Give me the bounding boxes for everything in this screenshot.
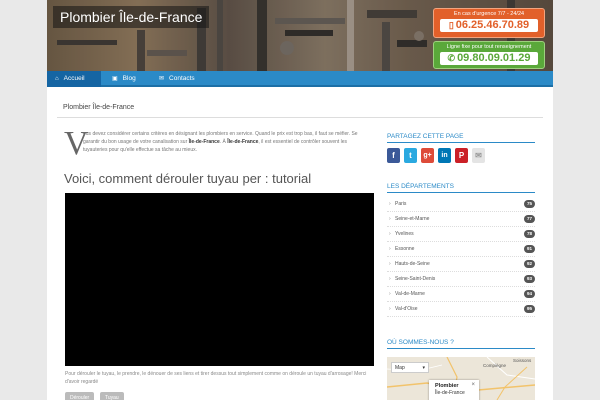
site-header: Plombier Île-de-France En cas d'urgence …: [47, 0, 553, 71]
department-count-badge: 94: [523, 290, 535, 298]
nav-label-contacts: Contacts: [169, 75, 195, 82]
landline-phone-text: 09.80.09.01.29: [457, 52, 531, 64]
intro-bold-1: Île-de-France: [188, 139, 220, 145]
comments-icon: ▣: [112, 76, 118, 82]
nav-item-blog[interactable]: ▣ Blog: [104, 71, 150, 87]
list-item[interactable]: › Essonne 91: [387, 243, 535, 257]
mobile-phone-icon: ▯: [448, 20, 454, 30]
location-map[interactable]: Map ▾ Compiègne Soissons Plombier Île-de-…: [387, 357, 535, 400]
list-item[interactable]: › Seine-Saint-Denis 93: [387, 273, 535, 287]
chevron-right-icon: ›: [389, 306, 391, 312]
department-count-badge: 93: [523, 275, 535, 283]
nav-label-blog: Blog: [122, 75, 136, 82]
pinterest-icon[interactable]: P: [455, 148, 468, 163]
main-nav: ⌂ Accueil ▣ Blog ✉ Contacts: [47, 71, 553, 87]
department-name: Paris: [395, 201, 407, 207]
landline-phone-cta[interactable]: Ligne fixe pour tout renseignement ✆ 09.8…: [433, 41, 545, 69]
twitter-icon[interactable]: t: [404, 148, 417, 163]
emergency-label: En cas d'urgence 7/7 - 24/24: [453, 11, 525, 17]
list-item[interactable]: › Val-d'Oise 95: [387, 303, 535, 317]
intro-paragraph: ous devez considérer certains critères e…: [83, 130, 367, 154]
emergency-phone-cta[interactable]: En cas d'urgence 7/7 - 24/24 ▯ 06.25.46.7…: [433, 8, 545, 38]
department-count-badge: 78: [523, 230, 535, 238]
department-name: Yvelines: [395, 231, 414, 237]
chevron-right-icon: ›: [389, 201, 391, 207]
email-icon[interactable]: ✉: [472, 148, 485, 163]
list-item[interactable]: › Hauts-de-Seine 92: [387, 258, 535, 272]
landline-label: Ligne fixe pour tout renseignement: [446, 44, 532, 50]
list-item[interactable]: › Val-de-Marne 94: [387, 288, 535, 302]
facebook-icon[interactable]: f: [387, 148, 400, 163]
emergency-phone-number[interactable]: ▯ 06.25.46.70.89: [440, 19, 538, 32]
list-item[interactable]: › Yvelines 78: [387, 228, 535, 242]
site-title[interactable]: Plombier Île-de-France: [53, 6, 210, 28]
close-icon[interactable]: ×: [471, 382, 475, 388]
map-heading: OÙ SOMMES-NOUS ?: [387, 339, 535, 349]
chevron-right-icon: ›: [389, 291, 391, 297]
department-count-badge: 95: [523, 305, 535, 313]
page-container: Plombier Île-de-France En cas d'urgence …: [47, 0, 553, 400]
popup-title: Plombier: [435, 383, 459, 389]
map-info-popup: Plombier Île-de-France ×: [429, 380, 479, 400]
chevron-right-icon: ›: [389, 246, 391, 252]
department-name: Essonne: [395, 246, 415, 252]
nav-item-accueil[interactable]: ⌂ Accueil: [47, 71, 101, 87]
department-count-badge: 92: [523, 260, 535, 268]
tag-tuyau[interactable]: Tuyau: [100, 392, 124, 400]
department-name: Val-d'Oise: [395, 306, 418, 312]
title-divider: [57, 117, 543, 118]
nav-item-contacts[interactable]: ✉ Contacts: [151, 71, 211, 87]
emergency-phone-text: 06.25.46.70.89: [455, 19, 530, 31]
page-title: Plombier Île-de-France: [63, 104, 135, 111]
departments-heading: LES DÉPARTEMENTS: [387, 183, 535, 193]
department-name: Hauts-de-Seine: [395, 261, 430, 267]
phone-icon: ✆: [447, 53, 456, 63]
chevron-right-icon: ›: [389, 276, 391, 282]
nav-label-accueil: Accueil: [63, 75, 85, 82]
social-share-bar: f t g+ in P ✉: [387, 148, 497, 164]
department-count-badge: 77: [523, 215, 535, 223]
chevron-right-icon: ›: [389, 216, 391, 222]
map-type-label: Map: [395, 365, 405, 371]
chevron-right-icon: ›: [389, 261, 391, 267]
department-count-badge: 75: [523, 200, 535, 208]
home-icon: ⌂: [55, 76, 59, 82]
googleplus-icon[interactable]: g+: [421, 148, 434, 163]
post-title[interactable]: Voici, comment dérouler tuyau per : tuto…: [64, 171, 311, 186]
department-name: Val-de-Marne: [395, 291, 425, 297]
tag-derouler[interactable]: Dérouler: [65, 392, 95, 400]
linkedin-icon[interactable]: in: [438, 148, 451, 163]
popup-subtitle: Île-de-France: [435, 390, 465, 396]
intro-bold-2: Île-de-France: [227, 139, 259, 145]
envelope-icon: ✉: [159, 76, 165, 82]
video-player[interactable]: [65, 193, 374, 366]
map-type-select[interactable]: Map ▾: [391, 362, 429, 373]
share-heading: PARTAGEZ CETTE PAGE: [387, 133, 535, 143]
map-place-label: Compiègne: [483, 363, 507, 368]
chevron-right-icon: ›: [389, 231, 391, 237]
list-item[interactable]: › Paris 75: [387, 198, 535, 212]
map-place-label: Soissons: [513, 358, 532, 363]
department-count-badge: 91: [523, 245, 535, 253]
department-name: Seine-Saint-Denis: [395, 276, 436, 282]
video-caption: Pour dérouler le tuyau, le prendre, le d…: [65, 371, 367, 385]
department-name: Seine-et-Marne: [395, 216, 430, 222]
list-item[interactable]: › Seine-et-Marne 77: [387, 213, 535, 227]
landline-phone-number[interactable]: ✆ 09.80.09.01.29: [440, 52, 538, 65]
chevron-down-icon: ▾: [422, 365, 425, 371]
